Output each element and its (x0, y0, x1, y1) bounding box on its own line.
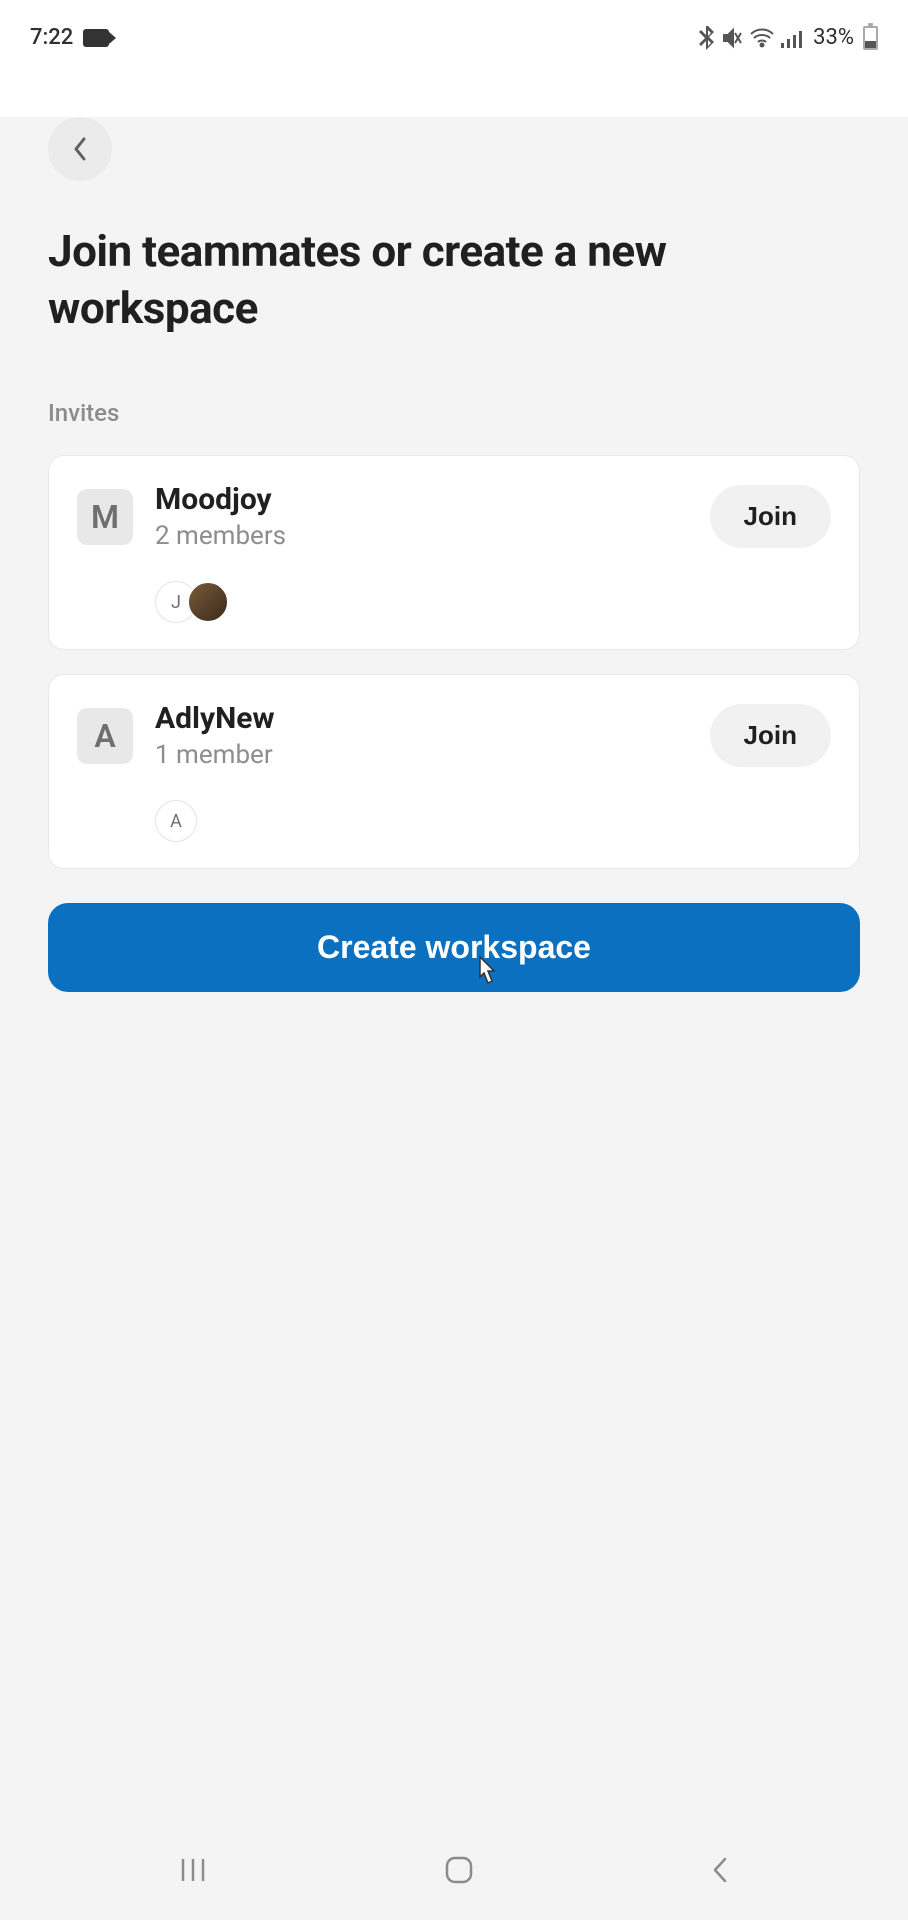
member-avatar: A (155, 800, 197, 842)
system-nav-bar (0, 1820, 908, 1920)
member-avatars: J (155, 581, 831, 623)
camera-icon (83, 29, 109, 47)
status-time: 7:22 (30, 25, 73, 50)
member-avatars: A (155, 800, 831, 842)
workspace-name: AdlyNew (155, 701, 688, 736)
workspace-avatar: M (77, 489, 133, 545)
card-header: M Moodjoy 2 members Join (77, 482, 831, 551)
page-title: Join teammates or create a new workspace (48, 223, 860, 337)
member-avatar (187, 581, 229, 623)
workspace-info: Moodjoy 2 members (155, 482, 688, 551)
wifi-icon (749, 28, 775, 48)
back-button[interactable] (48, 117, 112, 181)
signal-icon (781, 28, 805, 48)
create-workspace-button[interactable]: Create workspace (48, 903, 860, 992)
main-content: Join teammates or create a new workspace… (0, 117, 908, 1862)
invites-label: Invites (48, 399, 860, 427)
back-nav-button[interactable] (711, 1856, 729, 1884)
status-right: 33% (699, 25, 878, 50)
chevron-left-icon (70, 135, 90, 163)
join-button[interactable]: Join (710, 485, 831, 548)
invite-card: A AdlyNew 1 member Join A (48, 674, 860, 869)
workspace-members: 2 members (155, 521, 688, 551)
home-button[interactable] (444, 1855, 474, 1885)
bluetooth-icon (699, 26, 715, 50)
workspace-avatar: A (77, 708, 133, 764)
card-header: A AdlyNew 1 member Join (77, 701, 831, 770)
recents-button[interactable] (179, 1856, 207, 1884)
status-bar: 7:22 33% (0, 0, 908, 75)
battery-percent: 33% (813, 25, 854, 50)
join-button[interactable]: Join (710, 704, 831, 767)
invite-card: M Moodjoy 2 members Join J (48, 455, 860, 650)
mute-vibrate-icon (721, 27, 743, 49)
battery-icon (863, 26, 878, 50)
workspace-members: 1 member (155, 740, 688, 770)
workspace-name: Moodjoy (155, 482, 688, 517)
status-left: 7:22 (30, 25, 109, 50)
workspace-info: AdlyNew 1 member (155, 701, 688, 770)
create-workspace-label: Create workspace (317, 929, 591, 965)
